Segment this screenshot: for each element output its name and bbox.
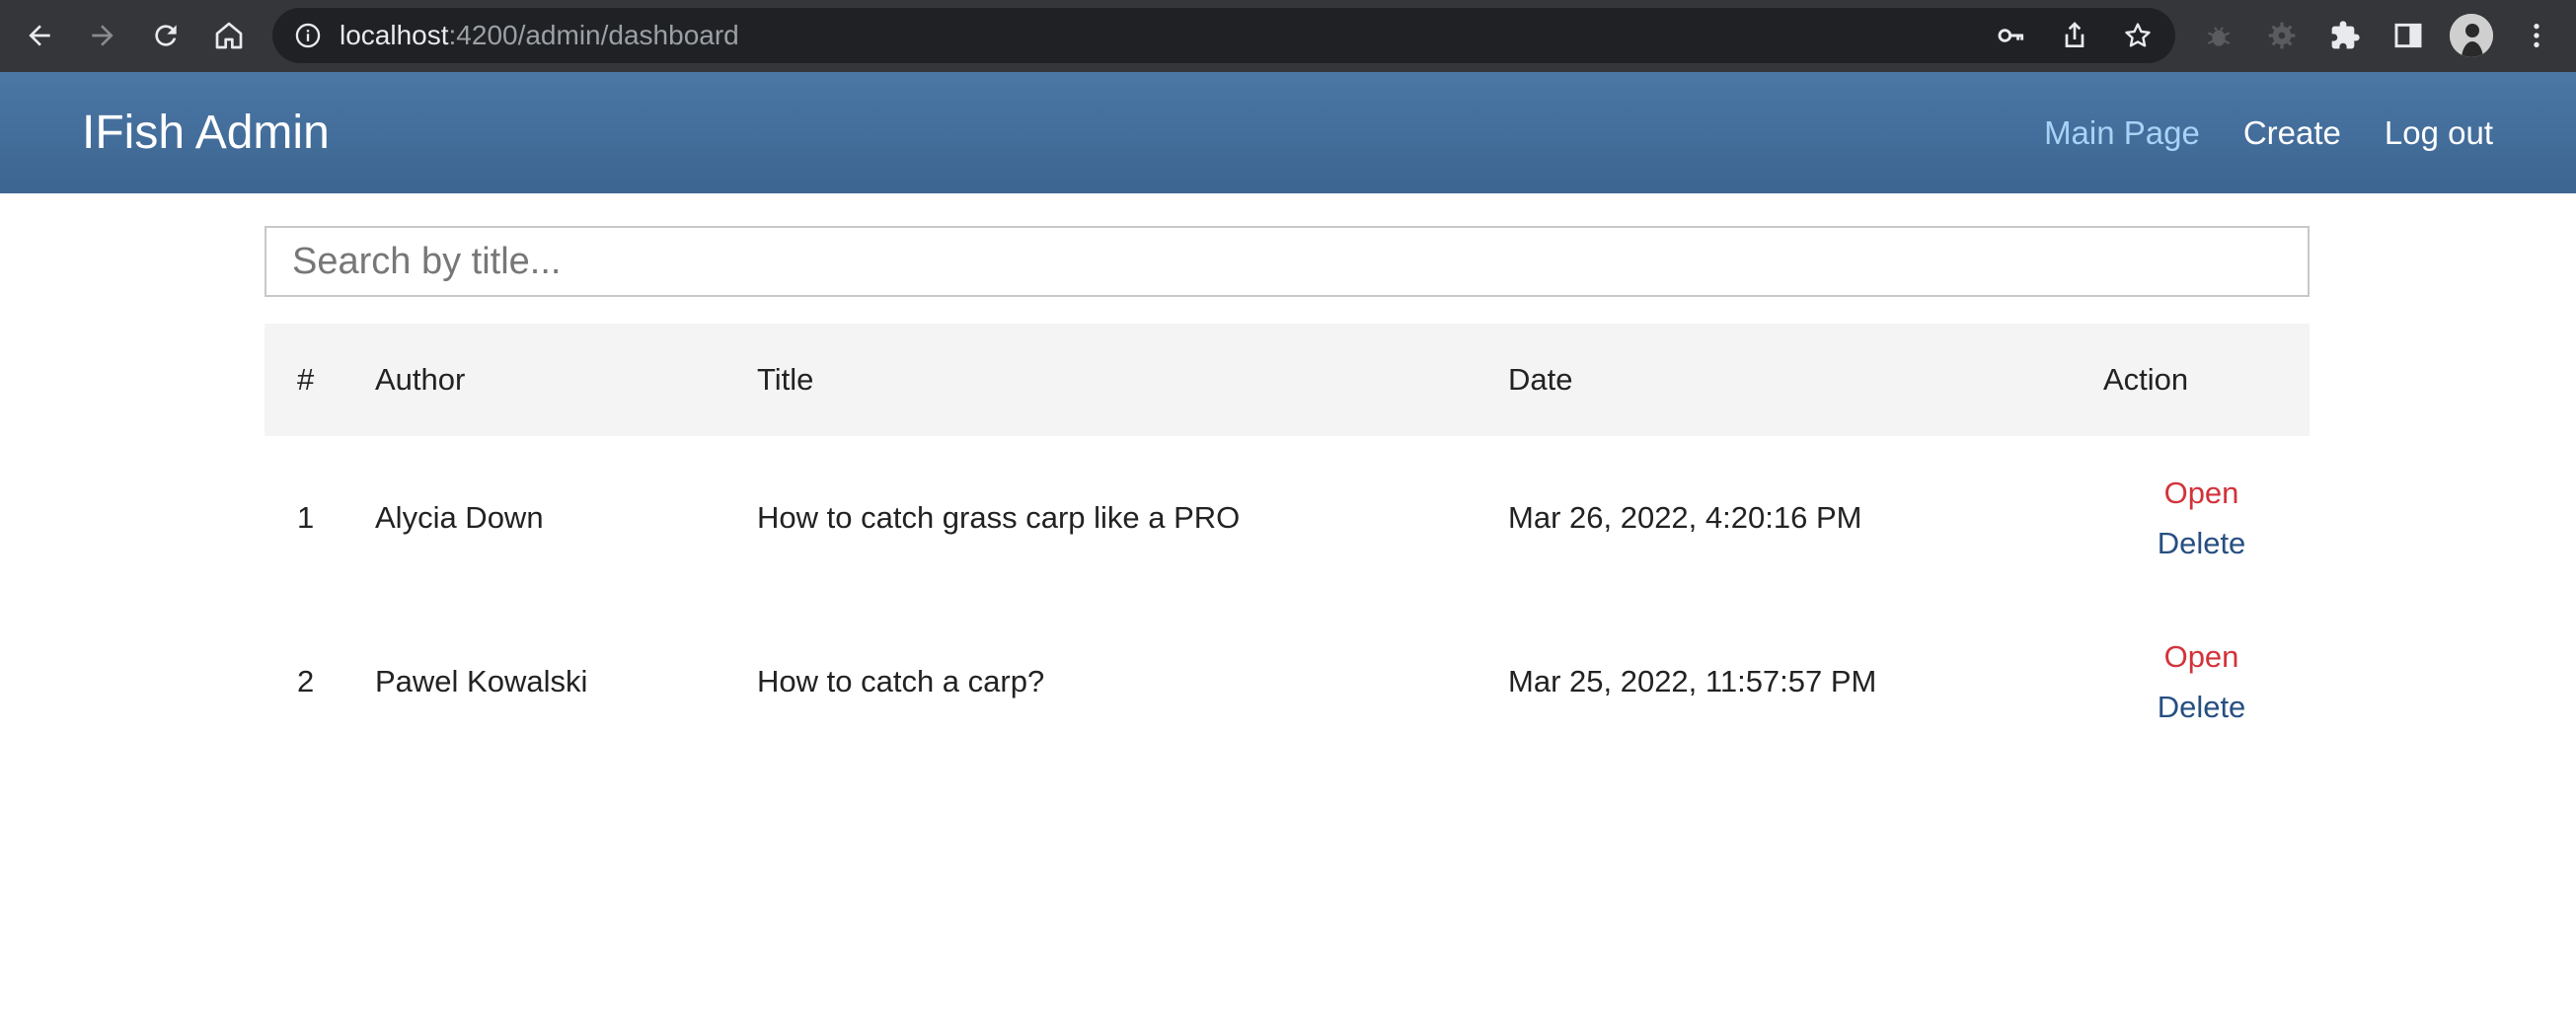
table-header-row: # Author Title Date Action <box>265 324 2310 436</box>
search-input[interactable] <box>265 226 2310 297</box>
column-header-action: Action <box>2103 362 2189 397</box>
url-path: :4200/admin/dashboard <box>448 20 739 50</box>
share-icon[interactable] <box>2059 20 2090 51</box>
nav-link-main-page[interactable]: Main Page <box>2044 114 2200 152</box>
cell-author: Alycia Down <box>375 500 544 535</box>
column-header-date: Date <box>1508 362 1573 397</box>
column-header-author: Author <box>375 362 466 397</box>
arrow-right-icon <box>92 25 114 46</box>
open-button[interactable]: Open <box>2103 468 2300 518</box>
table-row: 2 Pawel Kowalski How to catch a carp? Ma… <box>265 600 2310 764</box>
gear-icon <box>2268 22 2296 49</box>
cell-number: 2 <box>297 664 315 698</box>
puzzle-icon <box>2331 21 2360 49</box>
column-header-number: # <box>297 362 315 397</box>
star-icon[interactable] <box>2122 20 2154 51</box>
extensions-button[interactable] <box>2325 16 2365 55</box>
side-panel-icon <box>2394 23 2422 48</box>
cell-number: 1 <box>297 500 315 535</box>
back-button[interactable] <box>20 16 59 55</box>
arrow-left-icon <box>29 25 50 46</box>
bug-icon <box>2207 27 2231 46</box>
nav-link-create[interactable]: Create <box>2243 114 2341 152</box>
cell-title: How to catch a carp? <box>757 664 1045 698</box>
browser-toolbar: localhost:4200/admin/dashboard <box>0 0 2576 72</box>
key-icon[interactable] <box>1996 20 2027 51</box>
extension-bug-button[interactable] <box>2199 16 2238 55</box>
url-host: localhost <box>340 20 449 50</box>
cell-author: Pawel Kowalski <box>375 664 588 698</box>
open-button[interactable]: Open <box>2103 631 2300 682</box>
extension-gear-button[interactable] <box>2262 16 2302 55</box>
reload-icon <box>155 25 177 46</box>
cell-title: How to catch grass carp like a PRO <box>757 500 1241 535</box>
reload-button[interactable] <box>146 16 186 55</box>
posts-table: # Author Title Date Action 1 Alycia Down… <box>265 324 2310 764</box>
profile-icon <box>2450 14 2493 57</box>
delete-button[interactable]: Delete <box>2103 518 2300 568</box>
nav-links: Main Page Create Log out <box>2044 72 2493 193</box>
side-panel-button[interactable] <box>2388 16 2428 55</box>
home-icon <box>215 22 243 49</box>
app-navbar: IFish Admin Main Page Create Log out <box>0 72 2576 193</box>
forward-button[interactable] <box>83 16 122 55</box>
more-vertical-icon <box>2534 24 2539 47</box>
cell-action: Open Delete <box>2103 436 2310 600</box>
browser-menu-button[interactable] <box>2517 16 2556 55</box>
home-button[interactable] <box>209 16 249 55</box>
brand-title[interactable]: IFish Admin <box>82 72 330 193</box>
column-header-title: Title <box>757 362 814 397</box>
delete-button[interactable]: Delete <box>2103 682 2300 732</box>
nav-link-log-out[interactable]: Log out <box>2385 114 2493 152</box>
table-row: 1 Alycia Down How to catch grass carp li… <box>265 436 2310 600</box>
cell-date: Mar 26, 2022, 4:20:16 PM <box>1508 500 1862 535</box>
cell-action: Open Delete <box>2103 600 2310 764</box>
cell-date: Mar 25, 2022, 11:57:57 PM <box>1508 664 1877 698</box>
url-text: localhost:4200/admin/dashboard <box>340 8 739 63</box>
address-bar[interactable]: localhost:4200/admin/dashboard <box>272 8 2175 63</box>
info-icon[interactable] <box>294 22 322 49</box>
avatar[interactable] <box>2450 14 2493 57</box>
